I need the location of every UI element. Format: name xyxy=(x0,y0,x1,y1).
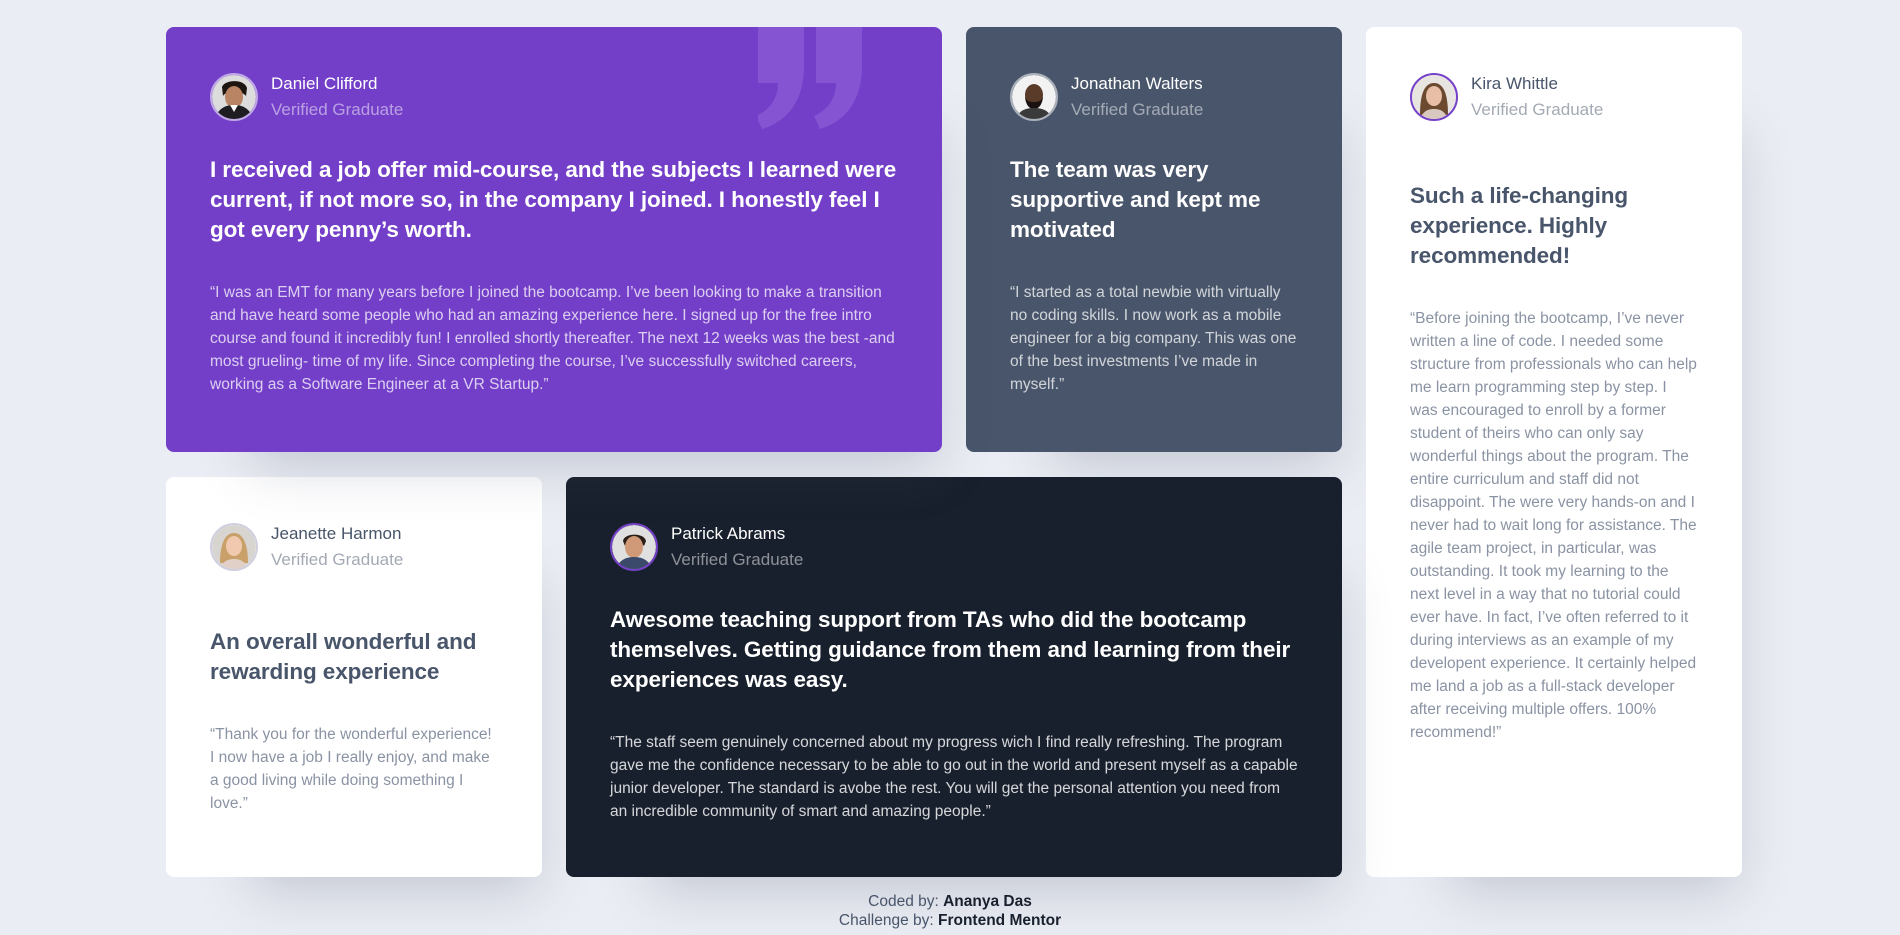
author-name: Kira Whittle xyxy=(1471,74,1558,93)
author-info: Patrick Abrams Verified Graduate xyxy=(610,521,1298,573)
testimonial-card-patrick: Patrick Abrams Verified Graduate Awesome… xyxy=(566,477,1342,877)
testimonial-card-jeanette: Jeanette Harmon Verified Graduate An ove… xyxy=(166,477,542,877)
avatar-jeanette-icon xyxy=(210,523,258,571)
testimonial-body: “Thank you for the wonderful experience!… xyxy=(210,726,492,812)
avatar-patrick-icon xyxy=(610,523,658,571)
author-name: Jonathan Walters xyxy=(1071,74,1203,93)
testimonial-card-kira: Kira Whittle Verified Graduate Such a li… xyxy=(1366,27,1742,877)
author-status: Verified Graduate xyxy=(271,100,404,119)
author-name: Jeanette Harmon xyxy=(271,524,402,543)
testimonial-headline: The team was very supportive and kept me… xyxy=(1010,157,1261,242)
coded-by-link[interactable]: Ananya Das xyxy=(943,893,1032,910)
author-info: Jeanette Harmon Verified Graduate xyxy=(210,521,498,573)
author-status: Verified Graduate xyxy=(271,550,404,569)
author-name: Patrick Abrams xyxy=(671,524,786,543)
testimonial-headline: Such a life-changing experience. Highly … xyxy=(1410,183,1629,268)
attribution: Coded by: Ananya Das Challenge by: Front… xyxy=(0,893,1900,930)
challenge-by-line: Challenge by: Frontend Mentor xyxy=(0,912,1900,931)
author-name: Daniel Clifford xyxy=(271,74,378,93)
author-info: Daniel Clifford Verified Graduate xyxy=(210,71,898,123)
coded-by-label: Coded by: xyxy=(868,893,944,910)
challenge-by-link[interactable]: Frontend Mentor xyxy=(938,912,1061,929)
author-status: Verified Graduate xyxy=(671,550,804,569)
testimonials-grid: Daniel Clifford Verified Graduate I rece… xyxy=(166,27,1742,877)
avatar-daniel-icon xyxy=(210,73,258,121)
author-status: Verified Graduate xyxy=(1471,100,1604,119)
coded-by-line: Coded by: Ananya Das xyxy=(0,893,1900,912)
author-status: Verified Graduate xyxy=(1071,100,1204,119)
testimonial-body: “I started as a total newbie with virtua… xyxy=(1010,284,1297,393)
author-info: Jonathan Walters Verified Graduate xyxy=(1010,71,1298,123)
testimonial-headline: I received a job offer mid-course, and t… xyxy=(210,157,897,242)
author-info: Kira Whittle Verified Graduate xyxy=(1410,71,1698,123)
testimonial-body: “Before joining the bootcamp, I’ve never… xyxy=(1410,310,1697,741)
testimonial-card-daniel: Daniel Clifford Verified Graduate I rece… xyxy=(166,27,942,452)
testimonial-body: “I was an EMT for many years before I jo… xyxy=(210,284,895,393)
testimonial-card-jonathan: Jonathan Walters Verified Graduate The t… xyxy=(966,27,1342,452)
testimonial-headline: An overall wonderful and rewarding exper… xyxy=(210,629,477,684)
avatar-jonathan-icon xyxy=(1010,73,1058,121)
testimonial-headline: Awesome teaching support from TAs who di… xyxy=(610,607,1291,692)
challenge-by-label: Challenge by: xyxy=(838,911,938,929)
avatar-kira-icon xyxy=(1410,73,1458,121)
testimonial-body: “The staff seem genuinely concerned abou… xyxy=(610,734,1298,820)
